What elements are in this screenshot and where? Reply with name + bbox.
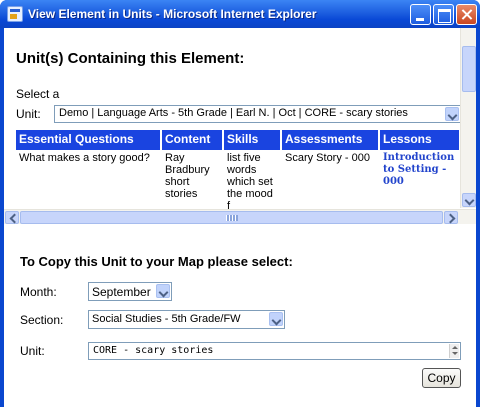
unit-name-label: Unit:	[20, 344, 45, 358]
unit-name-field[interactable]: CORE - scary stories	[88, 342, 461, 360]
section-dropdown-value: Social Studies - 5th Grade/FW	[92, 313, 241, 325]
window-title: View Element in Units - Microsoft Intern…	[28, 7, 317, 21]
maximize-icon[interactable]	[433, 4, 454, 25]
scroll-down-icon[interactable]	[462, 193, 476, 207]
unit-name-value: CORE - scary stories	[93, 345, 214, 356]
month-label: Month:	[20, 285, 57, 299]
section-label: Section:	[20, 313, 64, 327]
unit-dropdown-value: Demo | Language Arts - 5th Grade | Earl …	[59, 107, 408, 119]
browser-window: View Element in Units - Microsoft Intern…	[0, 0, 480, 407]
chevron-down-icon[interactable]	[445, 107, 459, 121]
close-icon[interactable]	[456, 4, 477, 25]
copy-heading: To Copy this Unit to your Map please sel…	[20, 254, 293, 269]
column-header-essential-questions: Essential Questions	[16, 130, 160, 150]
ie-window-icon[interactable]	[7, 6, 23, 22]
month-dropdown[interactable]: September	[88, 282, 172, 301]
select-a-label: Select a	[16, 87, 60, 101]
chevron-down-icon[interactable]	[269, 312, 283, 326]
unit-dropdown[interactable]: Demo | Language Arts - 5th Grade | Earl …	[54, 105, 461, 123]
month-dropdown-value: September	[92, 285, 151, 299]
title-bar[interactable]: View Element in Units - Microsoft Intern…	[0, 0, 480, 28]
column-header-content: Content	[162, 130, 222, 150]
column-header-lessons: Lessons	[380, 130, 459, 150]
page-title: Unit(s) Containing this Element:	[16, 50, 245, 67]
client-area: Unit(s) Containing this Element: Select …	[4, 28, 476, 407]
units-pane: Unit(s) Containing this Element: Select …	[4, 28, 476, 224]
vertical-scrollbar[interactable]	[460, 28, 476, 208]
column-header-skills: Skills	[224, 130, 280, 150]
scroll-left-icon[interactable]	[5, 211, 19, 224]
copy-button[interactable]: Copy	[422, 368, 461, 388]
horizontal-scroll-thumb[interactable]	[20, 211, 443, 224]
scroll-grip-icon	[226, 215, 238, 221]
chevron-down-icon[interactable]	[156, 284, 170, 298]
vertical-scroll-thumb[interactable]	[462, 46, 476, 92]
minimize-icon[interactable]	[410, 4, 431, 25]
column-header-assessments: Assessments	[282, 130, 378, 150]
copy-unit-form: To Copy this Unit to your Map please sel…	[4, 225, 476, 407]
scroll-right-icon[interactable]	[444, 211, 458, 224]
resize-spinner-icon[interactable]	[449, 344, 459, 358]
unit-label: Unit:	[16, 107, 41, 121]
section-dropdown[interactable]: Social Studies - 5th Grade/FW	[88, 310, 285, 329]
horizontal-scrollbar[interactable]	[4, 209, 476, 224]
